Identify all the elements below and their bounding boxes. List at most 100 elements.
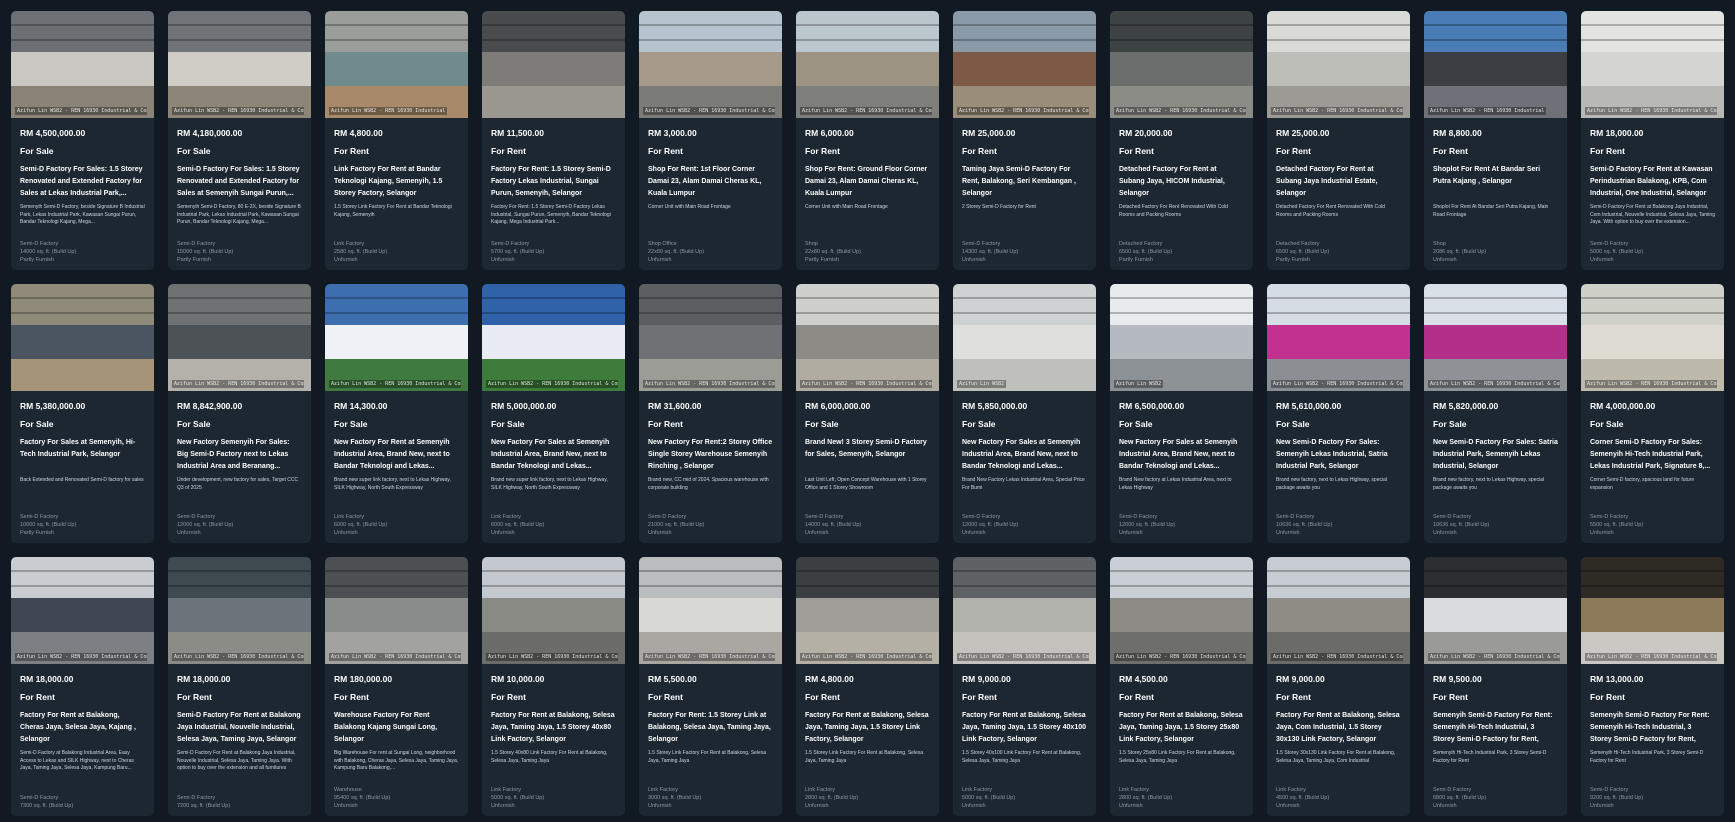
- listing-title[interactable]: Factory For Rent at Balakong, Cheras Jay…: [20, 710, 145, 746]
- listing-card[interactable]: Azifun Lin WSB2 - REN 16930 Industrial &…: [11, 11, 154, 270]
- listing-title[interactable]: Semi-D Factory For Rent at Kawasan Perin…: [1590, 164, 1715, 200]
- listing-photo[interactable]: Azifun Lin WSB2 - REN 16930 Industrial &…: [1581, 557, 1724, 664]
- listing-photo[interactable]: Azifun Lin WSB2 - REN 16930 Industrial &…: [1267, 11, 1410, 118]
- listing-card[interactable]: Azifun Lin WSB2 - REN 16930 Industrial &…: [953, 11, 1096, 270]
- listing-card[interactable]: Azifun Lin WSB2 - REN 16930 Industrial &…: [796, 284, 939, 543]
- listing-title[interactable]: Warehouse Factory For Rent Balakong Kaja…: [334, 710, 459, 746]
- listing-card[interactable]: Azifun Lin WSB2 - REN 16930 Industrial &…: [1424, 284, 1567, 543]
- listing-card[interactable]: Azifun Lin WSB2 - REN 16930 Industrial &…: [1110, 11, 1253, 270]
- listing-title[interactable]: Factory For Rent at Balakong, Selesa Jay…: [1276, 710, 1401, 746]
- listing-photo[interactable]: Azifun Lin WSB2 - REN 16930 Industrial &…: [796, 284, 939, 391]
- listing-photo[interactable]: Azifun Lin WSB2 - REN 16930 Industrial &…: [1424, 284, 1567, 391]
- listing-title[interactable]: New Factory For Sales at Semenyih Indust…: [962, 437, 1087, 473]
- listing-photo[interactable]: Azifun Lin WSB2 - REN 16930 Industrial &…: [1267, 557, 1410, 664]
- listing-card[interactable]: Azifun Lin WSB2 - REN 16930 Industrial &…: [639, 557, 782, 816]
- listing-card[interactable]: RM 11,500.00 For Rent Factory For Rent: …: [482, 11, 625, 270]
- listing-card[interactable]: Azifun Lin WSB2 - REN 16930 Industrial &…: [325, 557, 468, 816]
- listing-card[interactable]: Azifun Lin WSB2 - REN 16930 Industrial &…: [168, 11, 311, 270]
- listing-card[interactable]: Azifun Lin WSB2 - REN 16930 Industrial &…: [1110, 557, 1253, 816]
- listing-photo[interactable]: Azifun Lin WSB2 - REN 16930 Industrial &…: [1424, 557, 1567, 664]
- listing-card[interactable]: Azifun Lin WSB2 - REN 16930 Industrial &…: [1267, 11, 1410, 270]
- listing-photo[interactable]: Azifun Lin WSB2 - REN 16930 Industrial &…: [1581, 11, 1724, 118]
- listing-card[interactable]: Azifun Lin WSB2 - REN 16930 Industrial &…: [1581, 284, 1724, 543]
- listing-photo[interactable]: Azifun Lin WSB2 - REN 16930 Industrial &…: [639, 11, 782, 118]
- listing-title[interactable]: Semenyih Semi-D Factory For Rent: Semeny…: [1590, 710, 1715, 746]
- listing-title[interactable]: New Factory For Sales at Semenyih Indust…: [1119, 437, 1244, 473]
- listing-card[interactable]: Azifun Lin WSB2 - REN 16930 Industrial &…: [1267, 284, 1410, 543]
- listing-photo[interactable]: Azifun Lin WSB2 - REN 16930 Industrial &…: [639, 557, 782, 664]
- listing-photo[interactable]: Azifun Lin WSB2 - REN 16930 Industrial &…: [482, 557, 625, 664]
- listing-grid: Azifun Lin WSB2 - REN 16930 Industrial &…: [11, 11, 1724, 816]
- listing-title[interactable]: Link Factory For Rent at Bandar Teknolog…: [334, 164, 459, 200]
- listing-title[interactable]: Detached Factory For Rent at Subang Jaya…: [1276, 164, 1401, 200]
- listing-photo[interactable]: Azifun Lin WSB2 - REN 16930 Industrial &…: [953, 557, 1096, 664]
- listing-card[interactable]: Azifun Lin WSB2 - REN 16930 Industrial &…: [168, 284, 311, 543]
- listing-title[interactable]: Semenyih Semi-D Factory For Rent: Semeny…: [1433, 710, 1558, 746]
- listing-title[interactable]: Semi-D Factory For Rent at Balakong Jaya…: [177, 710, 302, 746]
- listing-card[interactable]: Azifun Lin WSB2 - REN 16930 Industrial &…: [639, 11, 782, 270]
- listing-title[interactable]: New Semi-D Factory For Sales: Satria Ind…: [1433, 437, 1558, 473]
- listing-photo[interactable]: Azifun Lin WSB2 - REN 16930 Industrial &…: [168, 11, 311, 118]
- listing-photo[interactable]: Azifun Lin WSB2 - REN 16930 Industrial &…: [796, 557, 939, 664]
- listing-photo[interactable]: Azifun Lin WSB2 - REN 16930 Industrial &…: [168, 557, 311, 664]
- listing-photo[interactable]: Azifun Lin WSB2 - REN 16930 Industrial: [1424, 11, 1567, 118]
- listing-photo[interactable]: Azifun Lin WSB2 - REN 16930 Industrial &…: [11, 557, 154, 664]
- listing-photo[interactable]: Azifun Lin WSB2 - REN 16930 Industrial &…: [168, 284, 311, 391]
- listing-photo[interactable]: [482, 11, 625, 118]
- listing-photo[interactable]: Azifun Lin WSB2 - REN 16930 Industrial &…: [325, 284, 468, 391]
- listing-card[interactable]: Azifun Lin WSB2 - REN 16930 Industrial &…: [1581, 557, 1724, 816]
- listing-card[interactable]: Azifun Lin WSB2 RM 6,500,000.00 For Sale…: [1110, 284, 1253, 543]
- listing-photo[interactable]: Azifun Lin WSB2 - REN 16930 Industrial &…: [953, 11, 1096, 118]
- listing-card[interactable]: RM 5,380,000.00 For Sale Factory For Sal…: [11, 284, 154, 543]
- listing-card[interactable]: Azifun Lin WSB2 - REN 16930 Industrial &…: [953, 557, 1096, 816]
- listing-photo[interactable]: Azifun Lin WSB2: [953, 284, 1096, 391]
- listing-title[interactable]: Factory For Rent at Balakong, Selesa Jay…: [491, 710, 616, 746]
- listing-card[interactable]: Azifun Lin WSB2 RM 5,850,000.00 For Sale…: [953, 284, 1096, 543]
- listing-title[interactable]: Factory For Sales at Semenyih, Hi-Tech I…: [20, 437, 145, 473]
- listing-title[interactable]: New Factory For Rent at Semenyih Industr…: [334, 437, 459, 473]
- listing-photo[interactable]: Azifun Lin WSB2 - REN 16930 Industrial: [325, 11, 468, 118]
- listing-title[interactable]: New Factory For Rent:2 Storey Office Sin…: [648, 437, 773, 473]
- listing-title[interactable]: Factory For Rent at Balakong, Selesa Jay…: [1119, 710, 1244, 746]
- listing-photo[interactable]: Azifun Lin WSB2 - REN 16930 Industrial &…: [1581, 284, 1724, 391]
- listing-photo[interactable]: Azifun Lin WSB2 - REN 16930 Industrial &…: [482, 284, 625, 391]
- listing-card[interactable]: Azifun Lin WSB2 - REN 16930 Industrial &…: [796, 11, 939, 270]
- listing-title[interactable]: Brand New! 3 Storey Semi-D Factory for S…: [805, 437, 930, 473]
- listing-title[interactable]: Corner Semi-D Factory For Sales: Semenyi…: [1590, 437, 1715, 473]
- listing-card[interactable]: Azifun Lin WSB2 - REN 16930 Industrial &…: [168, 557, 311, 816]
- listing-title[interactable]: New Factory For Sales at Semenyih Indust…: [491, 437, 616, 473]
- listing-title[interactable]: New Semi-D Factory For Sales: Semenyih L…: [1276, 437, 1401, 473]
- listing-photo[interactable]: Azifun Lin WSB2: [1110, 284, 1253, 391]
- listing-card[interactable]: Azifun Lin WSB2 - REN 16930 Industrial &…: [1267, 557, 1410, 816]
- listing-photo[interactable]: Azifun Lin WSB2 - REN 16930 Industrial &…: [1110, 11, 1253, 118]
- listing-title[interactable]: Semi-D Factory For Sales: 1.5 Storey Ren…: [20, 164, 145, 200]
- listing-photo[interactable]: Azifun Lin WSB2 - REN 16930 Industrial &…: [639, 284, 782, 391]
- listing-title[interactable]: Semi-D Factory For Sales: 1.5 Storey Ren…: [177, 164, 302, 200]
- listing-title[interactable]: Taming Jaya Semi-D Factory For Rent, Bal…: [962, 164, 1087, 200]
- listing-title[interactable]: Detached Factory For Rent at Subang Jaya…: [1119, 164, 1244, 200]
- listing-card[interactable]: Azifun Lin WSB2 - REN 16930 Industrial R…: [325, 11, 468, 270]
- listing-photo[interactable]: Azifun Lin WSB2 - REN 16930 Industrial &…: [11, 11, 154, 118]
- listing-title[interactable]: Shoplot For Rent At Bandar Seri Putra Ka…: [1433, 164, 1558, 200]
- listing-photo[interactable]: [11, 284, 154, 391]
- listing-title[interactable]: Factory For Rent at Balakong, Selesa Jay…: [805, 710, 930, 746]
- listing-card[interactable]: Azifun Lin WSB2 - REN 16930 Industrial &…: [11, 557, 154, 816]
- listing-card[interactable]: Azifun Lin WSB2 - REN 16930 Industrial &…: [1581, 11, 1724, 270]
- listing-photo[interactable]: Azifun Lin WSB2 - REN 16930 Industrial &…: [1110, 557, 1253, 664]
- listing-title[interactable]: Shop For Rent: 1st Floor Corner Damai 23…: [648, 164, 773, 200]
- listing-card[interactable]: Azifun Lin WSB2 - REN 16930 Industrial &…: [482, 284, 625, 543]
- listing-title[interactable]: New Factory Semenyih For Sales: Big Semi…: [177, 437, 302, 473]
- listing-title[interactable]: Factory For Rent at Balakong, Selesa Jay…: [962, 710, 1087, 746]
- listing-photo[interactable]: Azifun Lin WSB2 - REN 16930 Industrial &…: [325, 557, 468, 664]
- listing-card[interactable]: Azifun Lin WSB2 - REN 16930 Industrial &…: [1424, 557, 1567, 816]
- listing-card[interactable]: Azifun Lin WSB2 - REN 16930 Industrial &…: [796, 557, 939, 816]
- listing-title[interactable]: Factory For Rent: 1.5 Storey Semi-D Fact…: [491, 164, 616, 200]
- listing-photo[interactable]: Azifun Lin WSB2 - REN 16930 Industrial &…: [796, 11, 939, 118]
- listing-card[interactable]: Azifun Lin WSB2 - REN 16930 Industrial R…: [1424, 11, 1567, 270]
- listing-title[interactable]: Shop For Rent: Ground Floor Corner Damai…: [805, 164, 930, 200]
- listing-photo[interactable]: Azifun Lin WSB2 - REN 16930 Industrial &…: [1267, 284, 1410, 391]
- listing-card[interactable]: Azifun Lin WSB2 - REN 16930 Industrial &…: [639, 284, 782, 543]
- listing-card[interactable]: Azifun Lin WSB2 - REN 16930 Industrial &…: [482, 557, 625, 816]
- listing-title[interactable]: Factory For Rent: 1.5 Storey Link at Bal…: [648, 710, 773, 746]
- listing-card[interactable]: Azifun Lin WSB2 - REN 16930 Industrial &…: [325, 284, 468, 543]
